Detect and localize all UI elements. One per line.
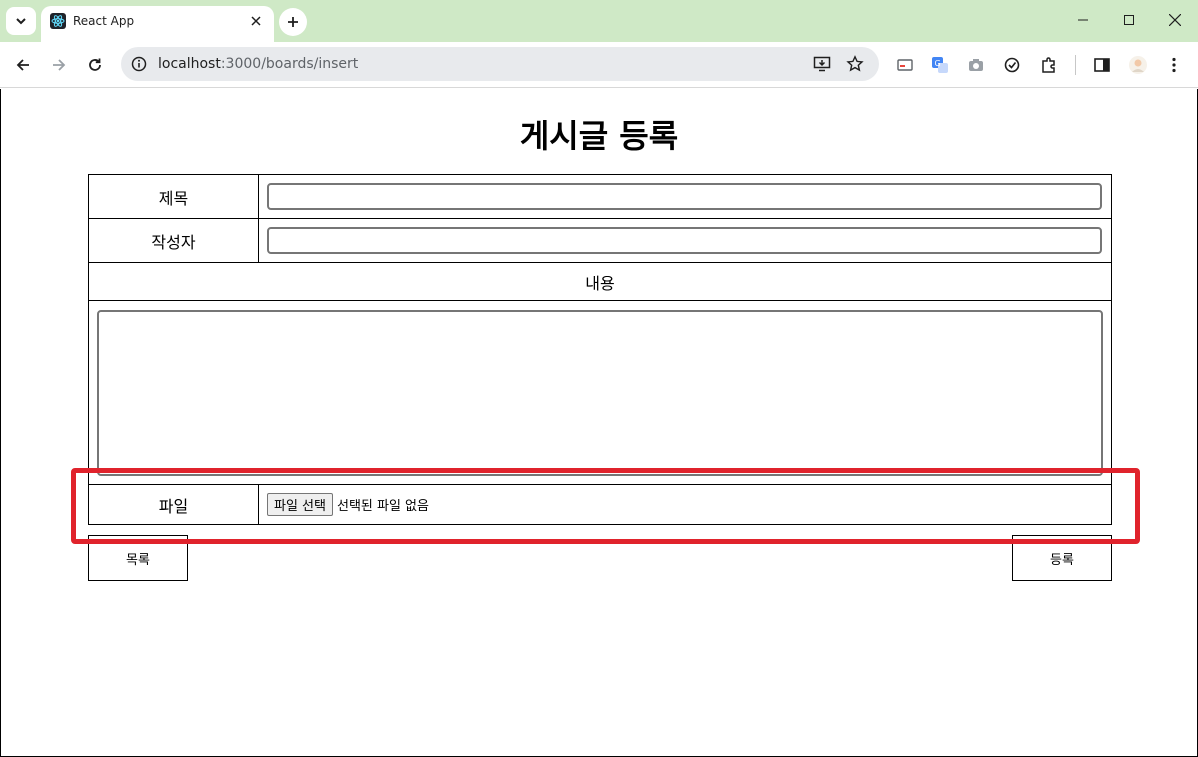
writer-input[interactable] [267,227,1102,254]
file-row: 파일 파일 선택 선택된 파일 없음 [88,484,1112,525]
sync-extension-icon[interactable] [1000,53,1024,77]
back-button[interactable] [7,49,39,81]
close-tab-icon[interactable] [246,11,266,31]
tab-strip: React App [0,0,1198,42]
bookmark-star-icon[interactable] [845,54,865,74]
browser-tab[interactable]: React App [41,6,274,42]
maximize-icon [1124,15,1134,25]
writer-label: 작성자 [88,218,259,263]
file-input: 파일 선택 선택된 파일 없음 [267,493,1111,516]
profile-avatar[interactable] [1126,53,1150,77]
extensions-puzzle-icon[interactable] [1037,53,1061,77]
install-app-icon[interactable] [812,54,832,74]
arrow-right-icon [53,59,66,71]
browser-toolbar: localhost:3000/boards/insert G [0,42,1198,88]
file-status-text: 선택된 파일 없음 [336,499,429,514]
title-row: 제목 [88,174,1112,219]
content-label-row: 내용 [88,262,1112,301]
side-panel-icon[interactable] [1090,53,1114,77]
more-menu-icon[interactable] [1162,53,1186,77]
list-button[interactable]: 목록 [88,535,188,581]
translate-extension-icon[interactable]: G [928,53,952,77]
reload-icon [89,58,101,71]
writer-row: 작성자 [88,218,1112,263]
page-title: 게시글 등록 [519,117,679,155]
react-logo-icon [50,13,66,29]
camera-extension-icon[interactable] [964,53,988,77]
plus-icon [288,17,298,27]
address-bar[interactable]: localhost:3000/boards/insert [121,47,879,81]
arrow-left-icon [16,59,29,71]
content-label: 내용 [88,262,1112,301]
title-label: 제목 [88,174,259,219]
submit-button[interactable]: 등록 [1012,535,1112,581]
choose-file-button[interactable]: 파일 선택 [267,493,333,516]
minimize-icon [1078,19,1088,21]
board-form-table: 제목 작성자 내용 파일 파일 선택 선택된 파일 없음 [88,174,1112,525]
close-icon [1169,14,1181,26]
page-viewport: 게시글 등록 제목 작성자 내용 파일 파일 선택 선택된 파일 없음 목록 등… [0,89,1198,757]
cast-extension-icon[interactable] [893,53,917,77]
tab-title: React App [73,14,135,28]
forward-button[interactable] [43,49,75,81]
content-row [88,300,1112,485]
content-textarea[interactable] [97,309,1103,476]
reload-button[interactable] [79,49,111,81]
file-label: 파일 [88,484,259,525]
new-tab-button[interactable] [279,8,307,36]
tab-search-button[interactable] [6,7,36,35]
maximize-button[interactable] [1106,0,1152,40]
close-window-button[interactable] [1152,0,1198,40]
chevron-down-icon [16,18,26,25]
svg-text:G: G [935,59,941,68]
site-info-icon[interactable] [130,55,148,73]
title-input[interactable] [267,183,1102,210]
minimize-button[interactable] [1060,0,1106,40]
toolbar-divider [1075,55,1076,75]
url-text: localhost:3000/boards/insert [158,56,359,72]
